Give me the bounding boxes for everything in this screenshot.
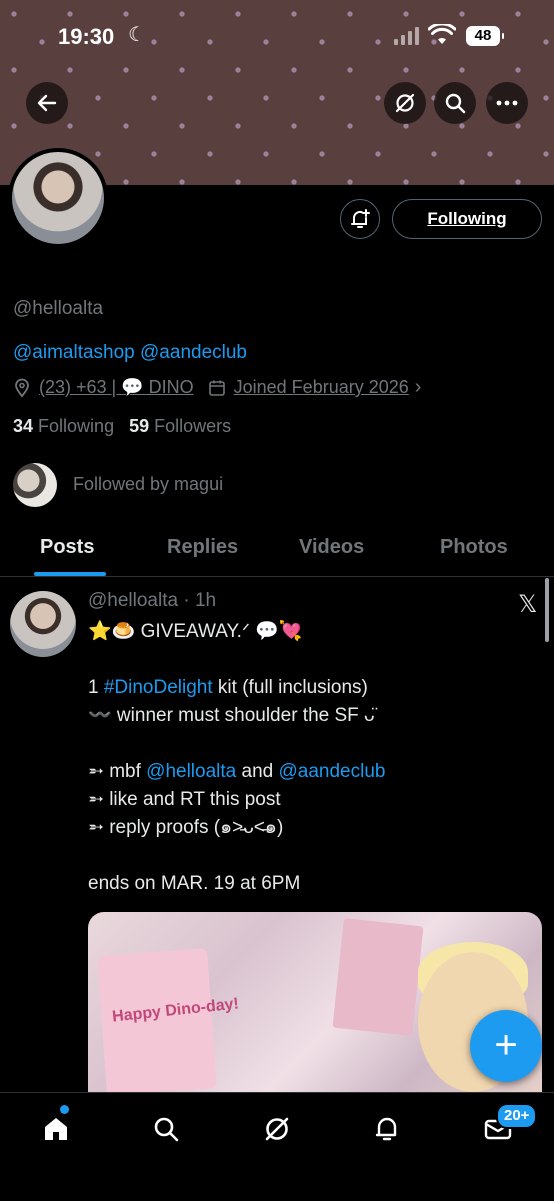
compose-button[interactable]: + [470,1010,542,1082]
chevron-right-icon[interactable]: › [415,376,422,399]
follow-counts: 34 Following 59 Followers [13,416,231,437]
nav-grok[interactable] [257,1109,297,1149]
search-icon [154,1117,179,1142]
bell-icon [375,1117,397,1141]
post-avatar[interactable] [10,591,76,657]
status-bar: 19:30 ☾ 48 [0,0,554,70]
status-time: 19:30 [58,24,115,49]
messages-badge: 20+ [496,1103,538,1129]
post-image[interactable]: Happy Dino-day! [88,912,542,1112]
profile-avatar[interactable] [8,148,108,248]
followed-by-text[interactable]: Followed by magui [73,474,223,495]
calendar-icon [208,380,225,396]
post-text: ⭐️🍮 GIVEAWAY.ᐟ 💬💘 1 #DinoDelight kit (fu… [88,618,538,898]
profile-meta: (23) +63 | 💬 DINO Joined February 2026 › [13,376,421,399]
hashtag-link[interactable]: #DinoDelight [104,677,213,698]
bottom-nav: 20+ [0,1092,554,1201]
profile-joined[interactable]: Joined February 2026 [234,377,409,398]
nav-home[interactable] [36,1109,76,1149]
more-button[interactable] [486,82,528,124]
post-line: 〰️ winner must shoulder the SF ᴗ̈ [88,705,375,726]
battery-indicator: 48 [466,26,504,46]
bell-plus-icon [351,209,370,228]
location-icon [15,378,29,397]
moon-icon: ☾ [128,24,146,46]
notifications-toggle-button[interactable] [340,199,380,239]
profile-handle: @helloalta [13,298,104,319]
arrow-left-icon [37,94,57,112]
tab-indicator [34,572,106,576]
tab-posts[interactable]: Posts [40,536,94,559]
mention-link[interactable]: @aandeclub [279,761,386,782]
post-line: ends on MAR. 19 at 6PM [88,873,301,894]
home-icon [45,1118,67,1140]
following-count-link[interactable]: 34 Following [13,416,114,436]
nav-notifications[interactable] [367,1109,407,1149]
profile-tabs: Posts Replies Videos Photos [0,528,554,577]
tab-videos[interactable]: Videos [299,536,364,559]
profile-bio[interactable]: @aimaltashop @aandeclub [13,342,247,364]
tab-replies[interactable]: Replies [167,536,238,559]
back-button[interactable] [26,82,68,124]
signal-icon [394,27,419,45]
mention-link[interactable]: @helloalta [146,761,236,782]
scrollbar[interactable] [545,578,549,642]
photo-card [332,918,424,1036]
post-line: ➵ mbf @helloalta and @aandeclub [88,761,386,782]
x-logo-icon: 𝕏 [518,591,538,618]
post-line: ➵ reply proofs (๑˃̵ᴗ˂̵๑) [88,817,284,838]
home-notification-dot [60,1105,69,1114]
search-icon [445,93,466,114]
post-header[interactable]: @helloalta · 1h [88,590,216,612]
post-line: ➵ like and RT this post [88,789,281,810]
wifi-icon [427,22,457,51]
followers-count-link[interactable]: 59 Followers [129,416,231,436]
post-line: 1 #DinoDelight kit (full inclusions) [88,677,368,698]
profile-location[interactable]: (23) +63 | 💬 DINO [39,377,194,398]
more-icon [496,100,518,106]
nav-search[interactable] [146,1109,186,1149]
following-button[interactable]: Following [392,199,542,239]
grok-icon [395,93,415,113]
post-line: ⭐️🍮 GIVEAWAY.ᐟ 💬💘 [88,621,303,642]
search-button[interactable] [434,82,476,124]
followed-by-avatar[interactable] [13,463,57,507]
grok-icon [265,1117,289,1141]
grok-button[interactable] [384,82,426,124]
tab-photos[interactable]: Photos [440,536,508,559]
